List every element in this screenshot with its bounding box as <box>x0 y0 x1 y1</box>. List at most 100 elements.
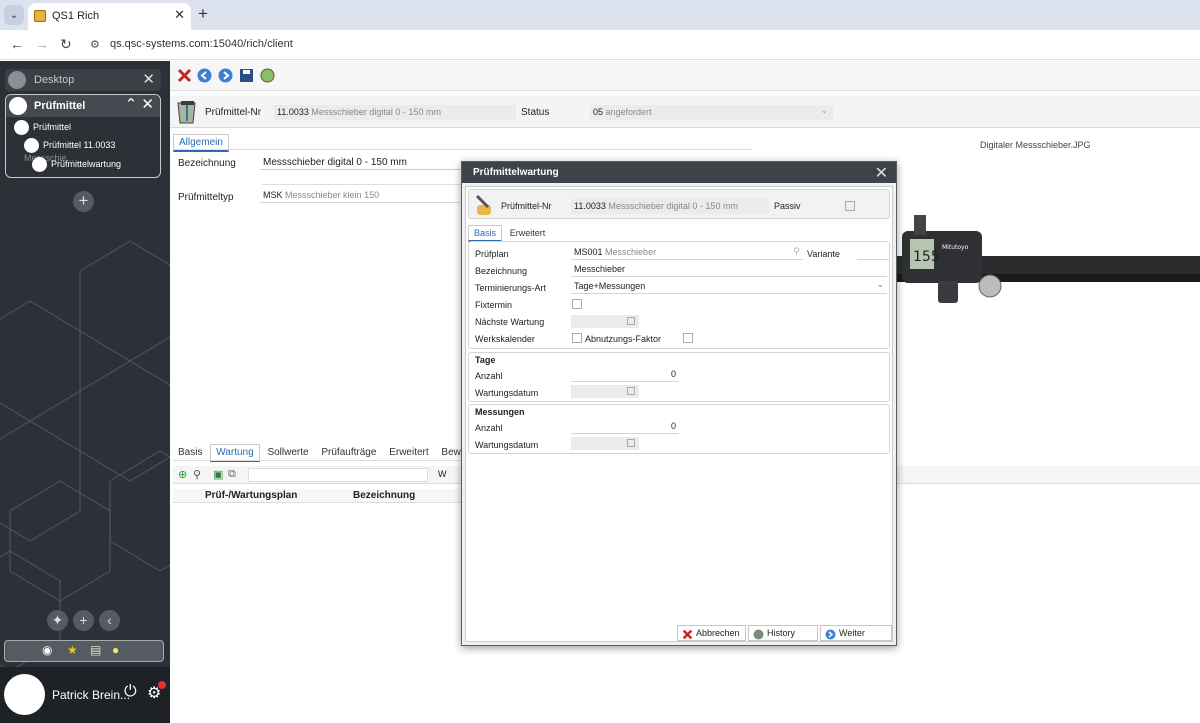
dialog-tab-erweitert[interactable]: Erweitert <box>505 226 551 240</box>
module-header[interactable]: Prüfmittel ⌃ ✕ <box>6 95 160 117</box>
add-button[interactable]: + <box>73 610 94 631</box>
svg-text:Mitutoyo: Mitutoyo <box>942 244 969 251</box>
history-icon <box>753 629 764 640</box>
tree-item-pruefmittel[interactable]: Prüfmittel <box>14 120 71 135</box>
reload-icon[interactable]: ↻ <box>60 36 72 53</box>
cancel-icon <box>682 629 693 640</box>
weiter-button[interactable]: Weiter <box>820 625 892 641</box>
terminierung-select[interactable]: Tage+Messungen ⌄ <box>571 279 887 294</box>
star-icon[interactable]: ★ <box>67 643 78 657</box>
tab-search-dropdown[interactable]: ⌄ <box>4 5 24 25</box>
divider <box>173 149 753 150</box>
passiv-label: Passiv <box>774 201 801 211</box>
pruefmittel-nr-field[interactable]: 11.0033 Messschieber digital 0 - 150 mm <box>274 105 516 120</box>
document-icon[interactable]: ▤ <box>90 643 101 657</box>
tab-erweitert[interactable]: Erweitert <box>384 445 433 460</box>
desktop-item[interactable]: Desktop ✕ <box>5 69 161 91</box>
tab-pruefauftraege[interactable]: Prüfaufträge <box>316 445 381 460</box>
sidebar-quick-toolbar: ◉ ★ ▤ ● <box>4 640 164 662</box>
messungen-section: Messungen Anzahl 0 Wartungsdatum <box>468 404 890 454</box>
tab-basis[interactable]: Basis <box>173 445 207 460</box>
bezeichnung-line2 <box>262 184 462 185</box>
search-icon[interactable]: ⚲ <box>193 468 201 481</box>
col-pruefplan[interactable]: Prüf-/Wartungsplan <box>205 490 297 501</box>
save-icon[interactable] <box>239 68 254 83</box>
svg-text:155: 155 <box>913 249 940 265</box>
dialog-header-section: Prüfmittel-Nr 11.0033 Messschieber digit… <box>468 189 890 219</box>
werkskalender-label: Werkskalender <box>475 334 535 344</box>
chevron-down-icon: ⌄ <box>820 105 828 115</box>
caliper-image: 155 Mitutoyo 90 100 110 120 130 140 150 mm <box>892 215 1200 303</box>
messungen-title: Messungen <box>475 407 525 417</box>
tab-sollwerte[interactable]: Sollwerte <box>262 445 313 460</box>
avatar[interactable] <box>4 674 45 715</box>
desktop-icon <box>8 71 26 89</box>
site-info-icon[interactable]: ⚙ <box>90 38 100 51</box>
add-module-button[interactable]: + <box>73 191 94 212</box>
variante-input[interactable] <box>857 246 889 260</box>
forward-blue-icon[interactable] <box>218 68 233 83</box>
pruefmitteltyp-input[interactable]: MSK Messschieber klein 150 <box>260 189 460 203</box>
close-tab-icon[interactable]: ✕ <box>174 7 185 23</box>
collapse-close-icons[interactable]: ⌃ ✕ <box>125 95 154 113</box>
dialog-title: Prüfmittelwartung <box>473 167 559 178</box>
pruefmittelwartung-dialog: Prüfmittelwartung ✕ Prüfmittel-Nr 11.003… <box>461 161 897 646</box>
copy-icon[interactable]: ⧉ <box>228 468 236 481</box>
filter-input[interactable] <box>248 468 428 482</box>
bezeichnung-label: Bezeichnung <box>475 266 528 276</box>
module-panel: Prüfmittel ⌃ ✕ Prüfmittel Prüfmittel 11.… <box>5 94 161 178</box>
abnutzungs-checkbox[interactable] <box>683 333 693 343</box>
close-dialog-icon[interactable]: ✕ <box>875 163 888 183</box>
history-button[interactable]: History <box>748 625 818 641</box>
browser-tabbar: ⌄ QS1 Rich ✕ + <box>0 0 1200 30</box>
browser-tab[interactable]: QS1 Rich ✕ <box>28 3 191 30</box>
dialog-titlebar[interactable]: Prüfmittelwartung ✕ <box>462 162 896 183</box>
abbrechen-button[interactable]: Abbrechen <box>677 625 746 641</box>
bezeichnung-label: Bezeichnung <box>178 158 236 169</box>
new-tab-icon[interactable]: + <box>198 4 208 24</box>
dialog-tabs: Basis Erweitert <box>468 225 550 242</box>
calendar-icon <box>627 387 635 395</box>
desktop-icon[interactable]: ◉ <box>42 643 52 657</box>
grid-header: Prüf-/Wartungsplan Bezeichnung <box>173 489 463 503</box>
collapse-sidebar-button[interactable]: ‹ <box>99 610 120 631</box>
forward-icon <box>825 629 836 640</box>
back-icon[interactable]: ← <box>10 36 24 52</box>
lightbulb-icon[interactable]: ● <box>112 643 119 657</box>
pruefplan-input[interactable]: MS001 Messchieber ⚲ <box>571 246 803 260</box>
back-blue-icon[interactable] <box>197 68 212 83</box>
tree-item-pruefmittelwartung[interactable]: Prüfmittelwartung <box>32 157 121 172</box>
bezeichnung-input[interactable]: Messschieber digital 0 - 150 mm <box>260 156 460 170</box>
status-select[interactable]: 05 angefordert ⌄ <box>590 105 833 120</box>
user-panel: Patrick Brein... ⏻ ⚙ <box>0 667 170 723</box>
werkskalender-checkbox[interactable] <box>572 333 582 343</box>
tage-title: Tage <box>475 355 496 365</box>
mess-anzahl-input[interactable]: 0 <box>571 420 679 434</box>
terminierung-label: Terminierungs-Art <box>475 283 547 293</box>
close-red-icon[interactable] <box>177 68 192 83</box>
magic-add-button[interactable]: ✦ <box>47 610 68 631</box>
tage-anzahl-input[interactable]: 0 <box>571 368 679 382</box>
passiv-checkbox[interactable] <box>845 201 855 211</box>
globe-icon[interactable] <box>260 68 275 83</box>
forward-icon[interactable]: → <box>35 36 49 52</box>
power-icon[interactable]: ⏻ <box>124 683 137 701</box>
pruefmitteltyp-label: Prüfmitteltyp <box>178 192 234 203</box>
svg-text:110: 110 <box>1032 250 1042 256</box>
user-search-icon[interactable]: ⚲ <box>793 246 800 257</box>
close-desktop-icon[interactable]: ✕ <box>142 70 155 88</box>
export-icon[interactable]: ▣ <box>213 468 223 481</box>
fixtermin-checkbox[interactable] <box>572 299 582 309</box>
app-toolbar <box>170 61 1200 91</box>
url-field[interactable]: qs.qsc-systems.com:15040/rich/client <box>110 38 293 50</box>
mess-wartungsdatum-date <box>571 437 639 450</box>
status-label: Status <box>521 107 550 118</box>
bezeichnung-input[interactable]: Messchieber <box>571 263 887 277</box>
dialog-tab-basis[interactable]: Basis <box>468 225 503 242</box>
left-sidebar: Desktop ✕ Prüfmittel ⌃ ✕ Prüfmittel Prüf… <box>0 61 170 723</box>
add-green-icon[interactable]: ⊕ <box>178 468 187 481</box>
pruefmittel-icon <box>177 101 196 124</box>
col-bezeichnung[interactable]: Bezeichnung <box>353 490 415 501</box>
svg-text:150: 150 <box>1110 250 1120 256</box>
record-header: Prüfmittel-Nr 11.0033 Messschieber digit… <box>170 96 1200 128</box>
